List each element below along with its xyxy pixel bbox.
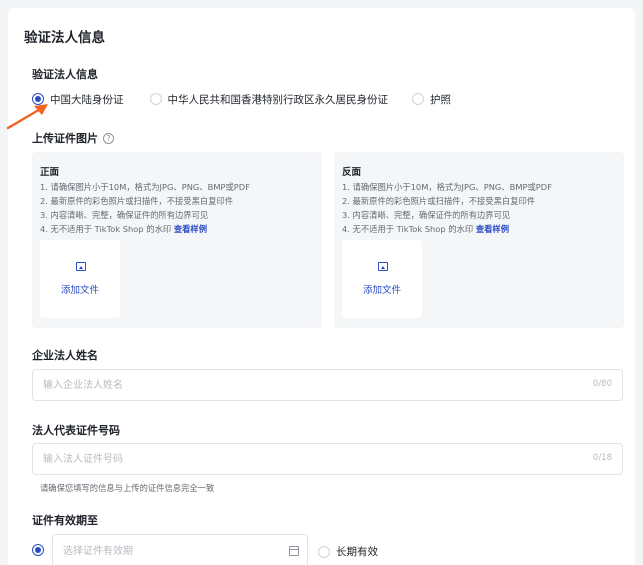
view-example-link[interactable]: 查看样例 [174,224,207,234]
section-title: 验证法人信息 [24,30,105,46]
requirement-text: 4. 无不适用于 TikTok Shop 的水印 [342,224,474,234]
calendar-icon[interactable] [289,546,299,556]
requirements-list: 1. 请确保图片小于10M，格式为JPG、PNG、BMP或PDF 2. 最新原件… [40,180,320,236]
expiry-date-input[interactable] [63,535,263,565]
upload-panel-title: 正面 [40,167,60,178]
id-number-input[interactable] [43,444,563,474]
requirement-item: 2. 最新原件的彩色照片或扫描件，不接受黑白复印件 [342,196,536,206]
requirement-item: 4. 无不适用于 TikTok Shop 的水印 查看样例 [40,222,320,236]
image-icon [378,262,388,271]
id-type-option-hongkong[interactable]: 中华人民共和国香港特别行政区永久居民身份证 [149,92,389,107]
expiry-row: 长期有效 [32,534,432,565]
add-file-label: 添加文件 [362,285,401,296]
expiry-date-picker[interactable] [52,534,308,565]
id-type-option-label: 中华人民共和国香港特别行政区永久居民身份证 [167,93,389,106]
character-counter: 0/80 [592,379,612,389]
id-type-option-passport[interactable]: 护照 [412,92,451,107]
upload-panel-back: 反面 1. 请确保图片小于10M，格式为JPG、PNG、BMP或PDF 2. 最… [334,152,624,328]
id-number-label: 法人代表证件号码 [32,424,120,437]
radio-unselected-icon[interactable] [318,545,330,558]
upload-panel-title: 反面 [342,167,362,178]
legal-name-input[interactable] [43,370,563,400]
help-circle-icon[interactable]: ? [103,133,114,144]
upload-label: 上传证件图片? [32,130,114,146]
view-example-link[interactable]: 查看样例 [476,224,509,234]
legal-name-label: 企业法人姓名 [32,349,98,362]
character-counter: 0/18 [592,453,612,463]
legal-name-field: 0/80 [32,369,623,401]
requirement-item: 1. 请确保图片小于10M，格式为JPG、PNG、BMP或PDF [342,182,552,192]
radio-unselected-icon[interactable] [412,93,424,105]
add-file-button-front[interactable]: 添加文件 [40,240,120,318]
requirement-item: 3. 内容清晰、完整，确保证件的所有边界可见 [40,210,209,220]
id-type-radio-group: 中国大陆身份证 中华人民共和国香港特别行政区永久居民身份证 护照 [32,91,469,107]
long-term-label: 长期有效 [336,546,378,558]
requirements-list: 1. 请确保图片小于10M，格式为JPG、PNG、BMP或PDF 2. 最新原件… [342,180,622,236]
radio-unselected-icon[interactable] [149,93,162,105]
requirement-item: 4. 无不适用于 TikTok Shop 的水印 查看样例 [342,222,622,236]
id-type-option-label: 护照 [430,93,451,106]
expiry-date-radio[interactable] [32,544,44,556]
requirement-item: 1. 请确保图片小于10M，格式为JPG、PNG、BMP或PDF [40,182,250,192]
id-number-hint: 请确保您填写的信息与上传的证件信息完全一致 [40,483,215,493]
requirement-text: 4. 无不适用于 TikTok Shop 的水印 [40,224,172,234]
long-term-option[interactable]: 长期有效 [318,544,378,559]
image-icon [76,262,86,271]
expiry-label: 证件有效期至 [32,514,98,527]
upload-panel-front: 正面 1. 请确保图片小于10M，格式为JPG、PNG、BMP或PDF 2. 最… [32,152,322,328]
requirement-item: 2. 最新原件的彩色照片或扫描件，不接受黑白复印件 [40,196,234,206]
upload-label-text: 上传证件图片 [32,132,98,145]
id-number-field: 0/18 [32,443,623,475]
add-file-button-back[interactable]: 添加文件 [342,240,422,318]
add-file-label: 添加文件 [60,285,99,296]
requirement-item: 3. 内容清晰、完整，确保证件的所有边界可见 [342,210,511,220]
id-type-label: 验证法人信息 [32,68,98,81]
